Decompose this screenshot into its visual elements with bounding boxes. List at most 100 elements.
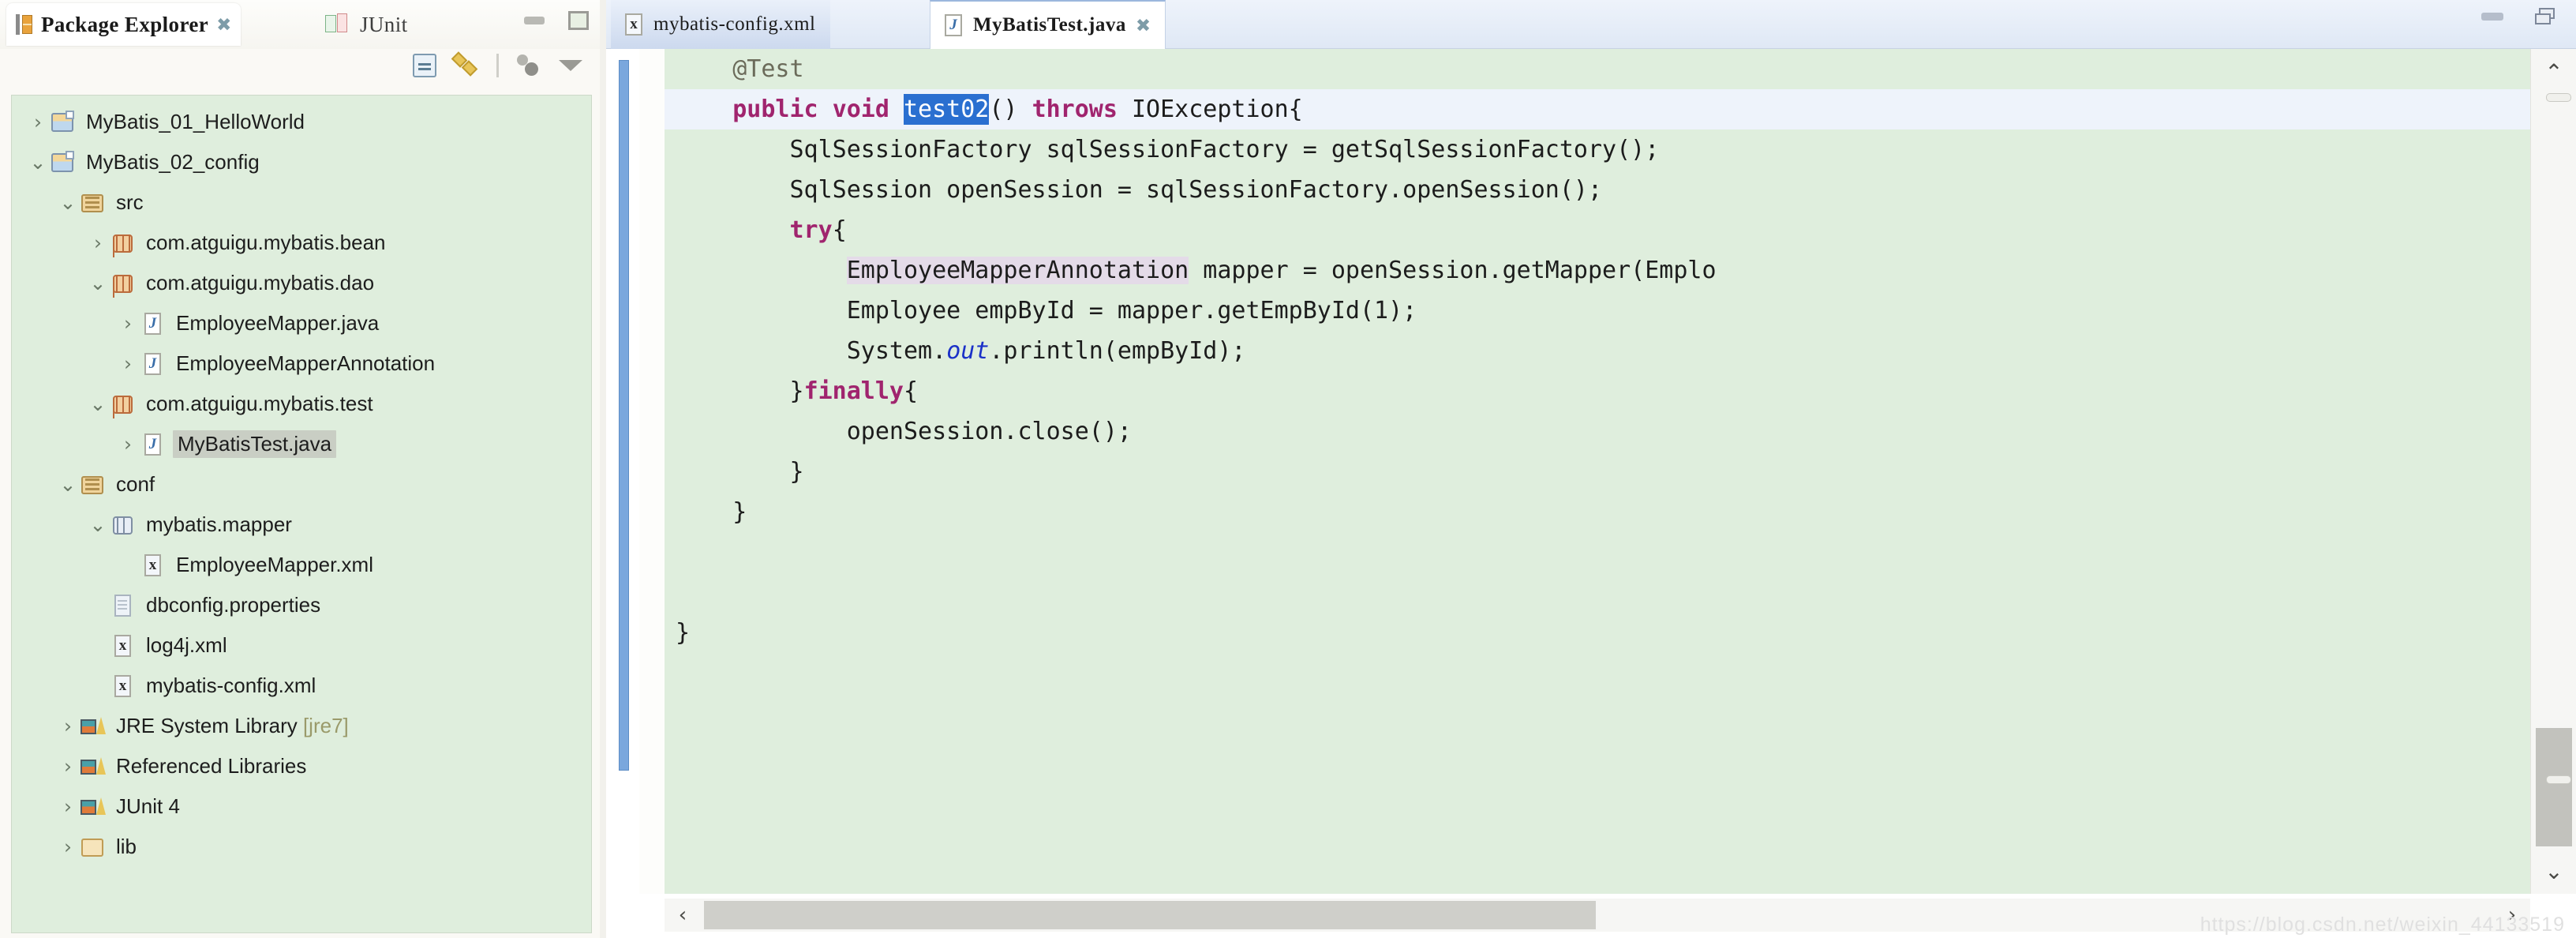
- tree-item-label: com.atguigu.mybatis.test: [146, 392, 373, 415]
- chevron-down-icon[interactable]: ⌄: [86, 273, 110, 293]
- focus-on-active-task-icon[interactable]: [516, 54, 541, 77]
- scroll-left-icon[interactable]: ‹: [665, 899, 701, 932]
- project-tree[interactable]: › MyBatis_01_HelloWorld ⌄ MyBatis_02_config…: [11, 95, 592, 933]
- chevron-down-icon[interactable]: ⌄: [26, 152, 50, 172]
- java-file-icon: [140, 433, 167, 456]
- code-line[interactable]: @Test: [665, 49, 2530, 89]
- tree-item[interactable]: › com.atguigu.mybatis.bean: [12, 223, 591, 263]
- tree-item[interactable]: › JRE System Library [jre7]: [12, 706, 591, 746]
- panel-divider[interactable]: [600, 0, 606, 938]
- tree-item[interactable]: ⌄ com.atguigu.mybatis.test: [12, 384, 591, 424]
- vertical-scroll-thumb[interactable]: [2536, 728, 2572, 846]
- close-icon[interactable]: ✖: [216, 15, 231, 34]
- code-token: public: [732, 96, 818, 123]
- code-line[interactable]: [665, 572, 2530, 613]
- chevron-down-icon[interactable]: [559, 60, 582, 71]
- tree-item[interactable]: dbconfig.properties: [12, 585, 591, 625]
- scroll-down-icon[interactable]: ⌄: [2531, 853, 2576, 889]
- code-line[interactable]: EmployeeMapperAnnotation mapper = openSe…: [665, 250, 2530, 291]
- tree-item-label: MyBatis_01_HelloWorld: [86, 110, 305, 133]
- code-line[interactable]: }: [665, 613, 2530, 653]
- link-with-editor-icon[interactable]: [454, 54, 479, 77]
- library-icon: [80, 715, 107, 738]
- tree-item[interactable]: mybatis-config.xml: [12, 666, 591, 706]
- tree-item-label: dbconfig.properties: [146, 593, 321, 617]
- tree-item[interactable]: › EmployeeMapperAnnotation: [12, 343, 591, 384]
- code-text-area[interactable]: @Test public void test02() throws IOExce…: [665, 49, 2530, 894]
- code-line[interactable]: }: [665, 492, 2530, 532]
- tab-package-explorer[interactable]: Package Explorer ✖: [6, 3, 242, 46]
- code-token: (): [989, 96, 1032, 123]
- tree-item[interactable]: › JUnit 4: [12, 786, 591, 827]
- chevron-down-icon[interactable]: ⌄: [86, 394, 110, 414]
- editor-window-controls: [2481, 8, 2555, 25]
- package-icon: [110, 272, 137, 295]
- code-line[interactable]: SqlSession openSession = sqlSessionFacto…: [665, 170, 2530, 210]
- chevron-right-icon[interactable]: ›: [56, 716, 80, 736]
- code-line[interactable]: SqlSessionFactory sqlSessionFactory = ge…: [665, 129, 2530, 170]
- tree-item-label: MyBatisTest.java: [173, 430, 337, 458]
- scroll-up-icon[interactable]: ⌃: [2531, 54, 2576, 90]
- tab-mybatis-test-java[interactable]: MyBatisTest.java ✖: [930, 0, 1166, 49]
- xml-file-icon: [625, 13, 644, 36]
- tree-item[interactable]: ⌄ src: [12, 182, 591, 223]
- code-line[interactable]: public void test02() throws IOException{: [665, 89, 2530, 129]
- maximize-icon[interactable]: [568, 11, 589, 30]
- code-token: }: [789, 458, 804, 486]
- tree-item[interactable]: log4j.xml: [12, 625, 591, 666]
- minimize-icon[interactable]: [524, 17, 545, 24]
- code-line[interactable]: Employee empById = mapper.getEmpById(1);: [665, 291, 2530, 331]
- collapse-all-icon[interactable]: [413, 54, 436, 77]
- chevron-right-icon[interactable]: ›: [56, 837, 80, 857]
- plain-package-icon: [110, 513, 137, 537]
- selected-token: test02: [904, 94, 990, 125]
- chevron-right-icon[interactable]: ›: [26, 112, 50, 132]
- tree-item[interactable]: › Referenced Libraries: [12, 746, 591, 786]
- tree-item-label: JRE System Library [jre7]: [116, 714, 349, 737]
- code-line[interactable]: }finally{: [665, 371, 2530, 411]
- code-token: EmployeeMapperAnnotation: [846, 257, 1189, 284]
- chevron-down-icon[interactable]: ⌄: [56, 193, 80, 212]
- chevron-right-icon[interactable]: ›: [116, 354, 140, 373]
- horizontal-scrollbar[interactable]: ‹ ›: [665, 899, 2530, 932]
- tree-item[interactable]: ⌄ conf: [12, 464, 591, 505]
- restore-icon[interactable]: [2535, 8, 2555, 25]
- chevron-down-icon[interactable]: ⌄: [56, 475, 80, 494]
- chevron-right-icon[interactable]: ›: [56, 756, 80, 776]
- editor-folding-ruler[interactable]: [639, 49, 695, 894]
- code-line[interactable]: [665, 532, 2530, 572]
- project-icon: [50, 110, 77, 134]
- code-line[interactable]: }: [665, 452, 2530, 492]
- code-line[interactable]: try{: [665, 210, 2530, 250]
- java-file-icon: [945, 13, 964, 37]
- horizontal-scroll-thumb[interactable]: [704, 901, 1596, 929]
- lib-folder-icon: [80, 835, 107, 859]
- library-icon: [80, 755, 107, 779]
- code-line[interactable]: System.out.println(empById);: [665, 331, 2530, 371]
- tab-mybatis-config-xml[interactable]: mybatis-config.xml: [611, 0, 830, 49]
- tree-item[interactable]: › EmployeeMapper.java: [12, 303, 591, 343]
- tab-junit[interactable]: JUnit: [316, 3, 417, 46]
- chevron-right-icon[interactable]: ›: [116, 313, 140, 333]
- tree-item[interactable]: › MyBatis_01_HelloWorld: [12, 102, 591, 142]
- xml-file-icon: [110, 634, 137, 658]
- tree-item[interactable]: ⌄ mybatis.mapper: [12, 505, 591, 545]
- scroll-right-icon[interactable]: ›: [2494, 899, 2530, 932]
- tree-item[interactable]: › MyBatisTest.java: [12, 424, 591, 464]
- chevron-right-icon[interactable]: ›: [86, 233, 110, 253]
- tree-item[interactable]: ⌄ com.atguigu.mybatis.dao: [12, 263, 591, 303]
- junit-icon: [325, 13, 352, 36]
- tree-item[interactable]: › lib: [12, 827, 591, 867]
- minimize-icon[interactable]: [2481, 13, 2503, 21]
- editor-annotation-ruler[interactable]: [606, 49, 639, 894]
- tree-item[interactable]: ⌄ MyBatis_02_config: [12, 142, 591, 182]
- chevron-right-icon[interactable]: ›: [116, 434, 140, 454]
- tree-item[interactable]: EmployeeMapper.xml: [12, 545, 591, 585]
- chevron-down-icon[interactable]: ⌄: [86, 515, 110, 535]
- chevron-right-icon[interactable]: ›: [56, 797, 80, 816]
- close-icon[interactable]: ✖: [1136, 16, 1151, 35]
- vertical-scrollbar[interactable]: ⌃ ⌄: [2530, 49, 2576, 894]
- code-token: SqlSession openSession = sqlSessionFacto…: [789, 176, 1603, 204]
- code-line[interactable]: openSession.close();: [665, 411, 2530, 452]
- tab-mybatis-test-java-label: MyBatisTest.java: [973, 14, 1126, 36]
